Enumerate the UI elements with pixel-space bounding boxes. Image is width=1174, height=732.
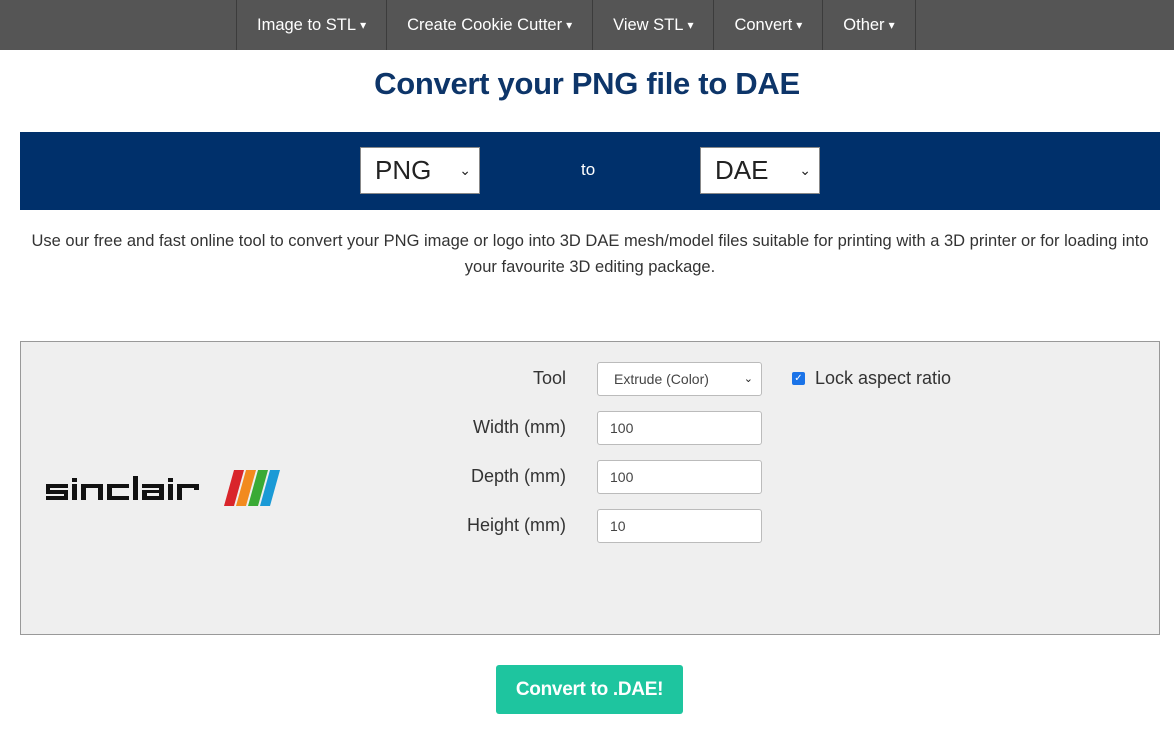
image-preview <box>46 470 280 506</box>
width-input[interactable] <box>597 411 762 445</box>
chevron-down-icon: ⌄ <box>799 162 811 178</box>
tool-select-value: Extrude (Color) <box>614 371 709 387</box>
from-format-select[interactable]: PNG ⌄ <box>360 147 480 194</box>
lock-aspect-ratio-toggle[interactable]: ✓ Lock aspect ratio <box>792 368 951 389</box>
to-format-value: DAE <box>715 155 769 185</box>
nav-item-create-cookie-cutter[interactable]: Create Cookie Cutter ▾ <box>387 0 594 50</box>
caret-down-icon: ▾ <box>888 18 895 32</box>
caret-down-icon: ▾ <box>796 18 803 32</box>
nav-item-label: View STL <box>613 15 684 34</box>
tool-select[interactable]: Extrude (Color) ⌄ <box>597 362 762 396</box>
nav-item-other[interactable]: Other ▾ <box>823 0 916 50</box>
nav-item-label: Other <box>843 15 885 34</box>
height-input[interactable] <box>597 509 762 543</box>
conversion-settings-panel: Tool Extrude (Color) ⌄ ✓ Lock aspect rat… <box>20 341 1160 635</box>
format-conversion-bar: PNG ⌄ to DAE ⌄ <box>20 132 1160 210</box>
nav-menu: Image to STL ▾ Create Cookie Cutter ▾ Vi… <box>236 0 916 50</box>
width-label: Width (mm) <box>473 417 566 437</box>
to-format-select[interactable]: DAE ⌄ <box>700 147 820 194</box>
nav-item-view-stl[interactable]: View STL ▾ <box>593 0 715 50</box>
nav-item-label: Create Cookie Cutter <box>407 15 563 34</box>
tool-label: Tool <box>532 368 566 388</box>
top-navbar: Image to STL ▾ Create Cookie Cutter ▾ Vi… <box>0 0 1174 50</box>
page-description: Use our free and fast online tool to con… <box>31 232 1149 276</box>
lock-aspect-ratio-label: Lock aspect ratio <box>815 368 952 388</box>
nav-item-image-to-stl[interactable]: Image to STL ▾ <box>237 0 388 50</box>
chevron-down-icon: ⌄ <box>743 373 753 385</box>
page-title: Convert your PNG file to DAE <box>374 66 800 101</box>
height-label: Height (mm) <box>466 515 566 535</box>
to-label: to <box>581 160 596 179</box>
caret-down-icon: ▾ <box>687 18 694 32</box>
nav-item-label: Convert <box>734 15 793 34</box>
lock-aspect-ratio-checkbox[interactable]: ✓ <box>792 372 805 385</box>
nav-item-label: Image to STL <box>257 15 357 34</box>
depth-input[interactable] <box>597 460 762 494</box>
chevron-down-icon: ⌄ <box>459 162 471 178</box>
caret-down-icon: ▾ <box>360 18 367 32</box>
depth-label: Depth (mm) <box>470 466 566 486</box>
from-format-value: PNG <box>375 155 432 185</box>
caret-down-icon: ▾ <box>566 18 573 32</box>
convert-button[interactable]: Convert to .DAE! <box>496 665 683 714</box>
nav-item-convert[interactable]: Convert ▾ <box>714 0 824 50</box>
